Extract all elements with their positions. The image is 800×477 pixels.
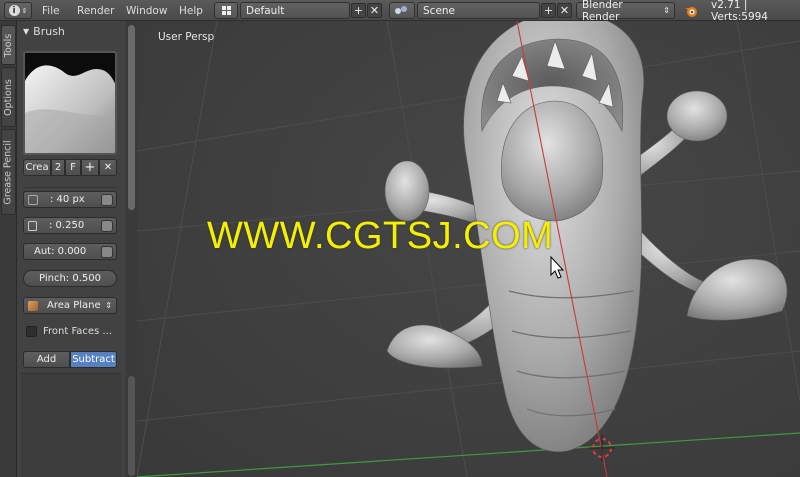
brush-preview[interactable]: [23, 51, 117, 155]
tab-options[interactable]: Options: [1, 67, 16, 127]
divider: [23, 187, 117, 188]
scrollbar-thumb[interactable]: [128, 25, 135, 210]
screen-layout-button[interactable]: [214, 2, 238, 19]
users-value: 2: [54, 162, 62, 173]
3d-cursor-icon: [589, 435, 615, 461]
stats-text: v2.71 | Verts:5994: [711, 0, 768, 23]
tab-label: Grease Pencil: [3, 139, 15, 205]
plus-icon: +: [543, 4, 554, 17]
scene-value: Scene: [423, 4, 456, 17]
plane-icon: [28, 300, 38, 311]
pinch-value: Pinch: 0.500: [39, 273, 101, 284]
add-brush-button[interactable]: +: [81, 159, 99, 176]
sculpt-brush-icon: [25, 53, 115, 153]
scene-icon: [395, 5, 409, 16]
panel-title: Brush: [33, 25, 65, 38]
menu-file[interactable]: File: [42, 2, 60, 19]
unlink-brush-button[interactable]: ✕: [99, 159, 117, 176]
scene-field[interactable]: Scene: [417, 2, 540, 19]
strength-slider[interactable]: : 0.250: [23, 217, 117, 234]
front-faces-label: Front Faces ...: [43, 326, 113, 337]
watermark-text: WWW.CGTSJ.COM: [207, 215, 554, 257]
layout-value: Default: [246, 4, 285, 17]
plus-icon: +: [84, 160, 96, 175]
subtract-label: Subtract: [72, 354, 115, 365]
pen-pressure-icon: [101, 245, 113, 258]
delete-scene-button[interactable]: ✕: [557, 3, 572, 18]
add-scene-button[interactable]: +: [541, 3, 556, 18]
checkbox-box: [26, 326, 37, 337]
brush-panel-header[interactable]: ▼ Brush: [23, 25, 65, 38]
render-engine-select[interactable]: Blender Render ⇕: [576, 0, 675, 23]
y-axis-line: [137, 432, 800, 477]
layout-field[interactable]: Default: [240, 2, 350, 19]
delete-layout-button[interactable]: ✕: [367, 3, 382, 18]
blender-logo-icon: [684, 2, 698, 19]
next-panel: [21, 373, 121, 477]
front-faces-checkbox[interactable]: Front Faces ...: [26, 326, 112, 337]
toolshelf-tabs: Tools Options Grease Pencil: [0, 21, 17, 477]
brush-name-value: Crea: [25, 162, 49, 173]
menu-render[interactable]: Render: [77, 2, 114, 19]
tab-label: Options: [3, 78, 14, 116]
menu-window[interactable]: Window: [126, 2, 167, 19]
editor-type-button[interactable]: i ⇕: [4, 2, 32, 19]
render-engine-value: Blender Render: [582, 0, 623, 23]
radius-value: : 40 px: [50, 194, 85, 205]
dropdown-arrows-icon: ⇕: [105, 301, 112, 310]
direction-add-button[interactable]: Add: [23, 351, 70, 368]
brush-name-field[interactable]: Crea: [23, 159, 51, 176]
fake-user-button[interactable]: F: [65, 159, 81, 176]
tab-grease-pencil[interactable]: Grease Pencil: [1, 129, 16, 215]
pen-pressure-icon: [101, 219, 113, 232]
pen-pressure-icon: [101, 193, 113, 206]
dropdown-arrows-icon: ⇕: [663, 6, 670, 15]
strength-value: : 0.250: [49, 220, 85, 231]
brush-users-count[interactable]: 2: [51, 159, 65, 176]
close-icon: ✕: [369, 4, 380, 17]
radius-slider[interactable]: : 40 px: [23, 191, 117, 208]
plus-icon: +: [353, 4, 364, 17]
fake-user-label: F: [70, 162, 76, 173]
direction-subtract-button[interactable]: Subtract: [70, 351, 117, 368]
scene-browse-button[interactable]: [389, 2, 415, 19]
scrollbar-thumb-secondary[interactable]: [128, 376, 135, 476]
tab-tools[interactable]: Tools: [1, 25, 16, 65]
close-icon: ✕: [559, 4, 570, 17]
info-header: i ⇕ File Render Window Help Default + ✕ …: [0, 0, 800, 23]
close-icon: ✕: [103, 162, 113, 173]
viewport-label: User Persp: [158, 31, 215, 43]
plane-value: Area Plane: [47, 300, 101, 311]
grid-icon: [221, 6, 231, 15]
pressure-lock-icon: [28, 194, 38, 205]
add-label: Add: [36, 354, 57, 365]
3d-viewport[interactable]: User Persp WWW.CGTSJ.COM: [137, 21, 800, 477]
pinch-slider[interactable]: Pinch: 0.500: [23, 270, 117, 287]
autosmooth-slider[interactable]: Aut: 0.000: [23, 243, 117, 260]
info-icon: i: [8, 5, 20, 16]
toolshelf-scrollbar[interactable]: [126, 21, 137, 477]
lock-icon: [28, 220, 37, 231]
add-layout-button[interactable]: +: [351, 3, 366, 18]
brush-panel: ▼ Brush Crea 2 F + ✕ : 40 px : 0.250 Aut…: [17, 21, 125, 477]
menu-help[interactable]: Help: [179, 2, 203, 19]
chevron-icon: ⇕: [21, 6, 28, 15]
collapse-triangle-icon: ▼: [23, 27, 30, 36]
autosmooth-value: Aut: 0.000: [34, 246, 87, 257]
sculpt-plane-select[interactable]: Area Plane ⇕: [23, 297, 117, 314]
tab-label: Tools: [3, 33, 14, 57]
